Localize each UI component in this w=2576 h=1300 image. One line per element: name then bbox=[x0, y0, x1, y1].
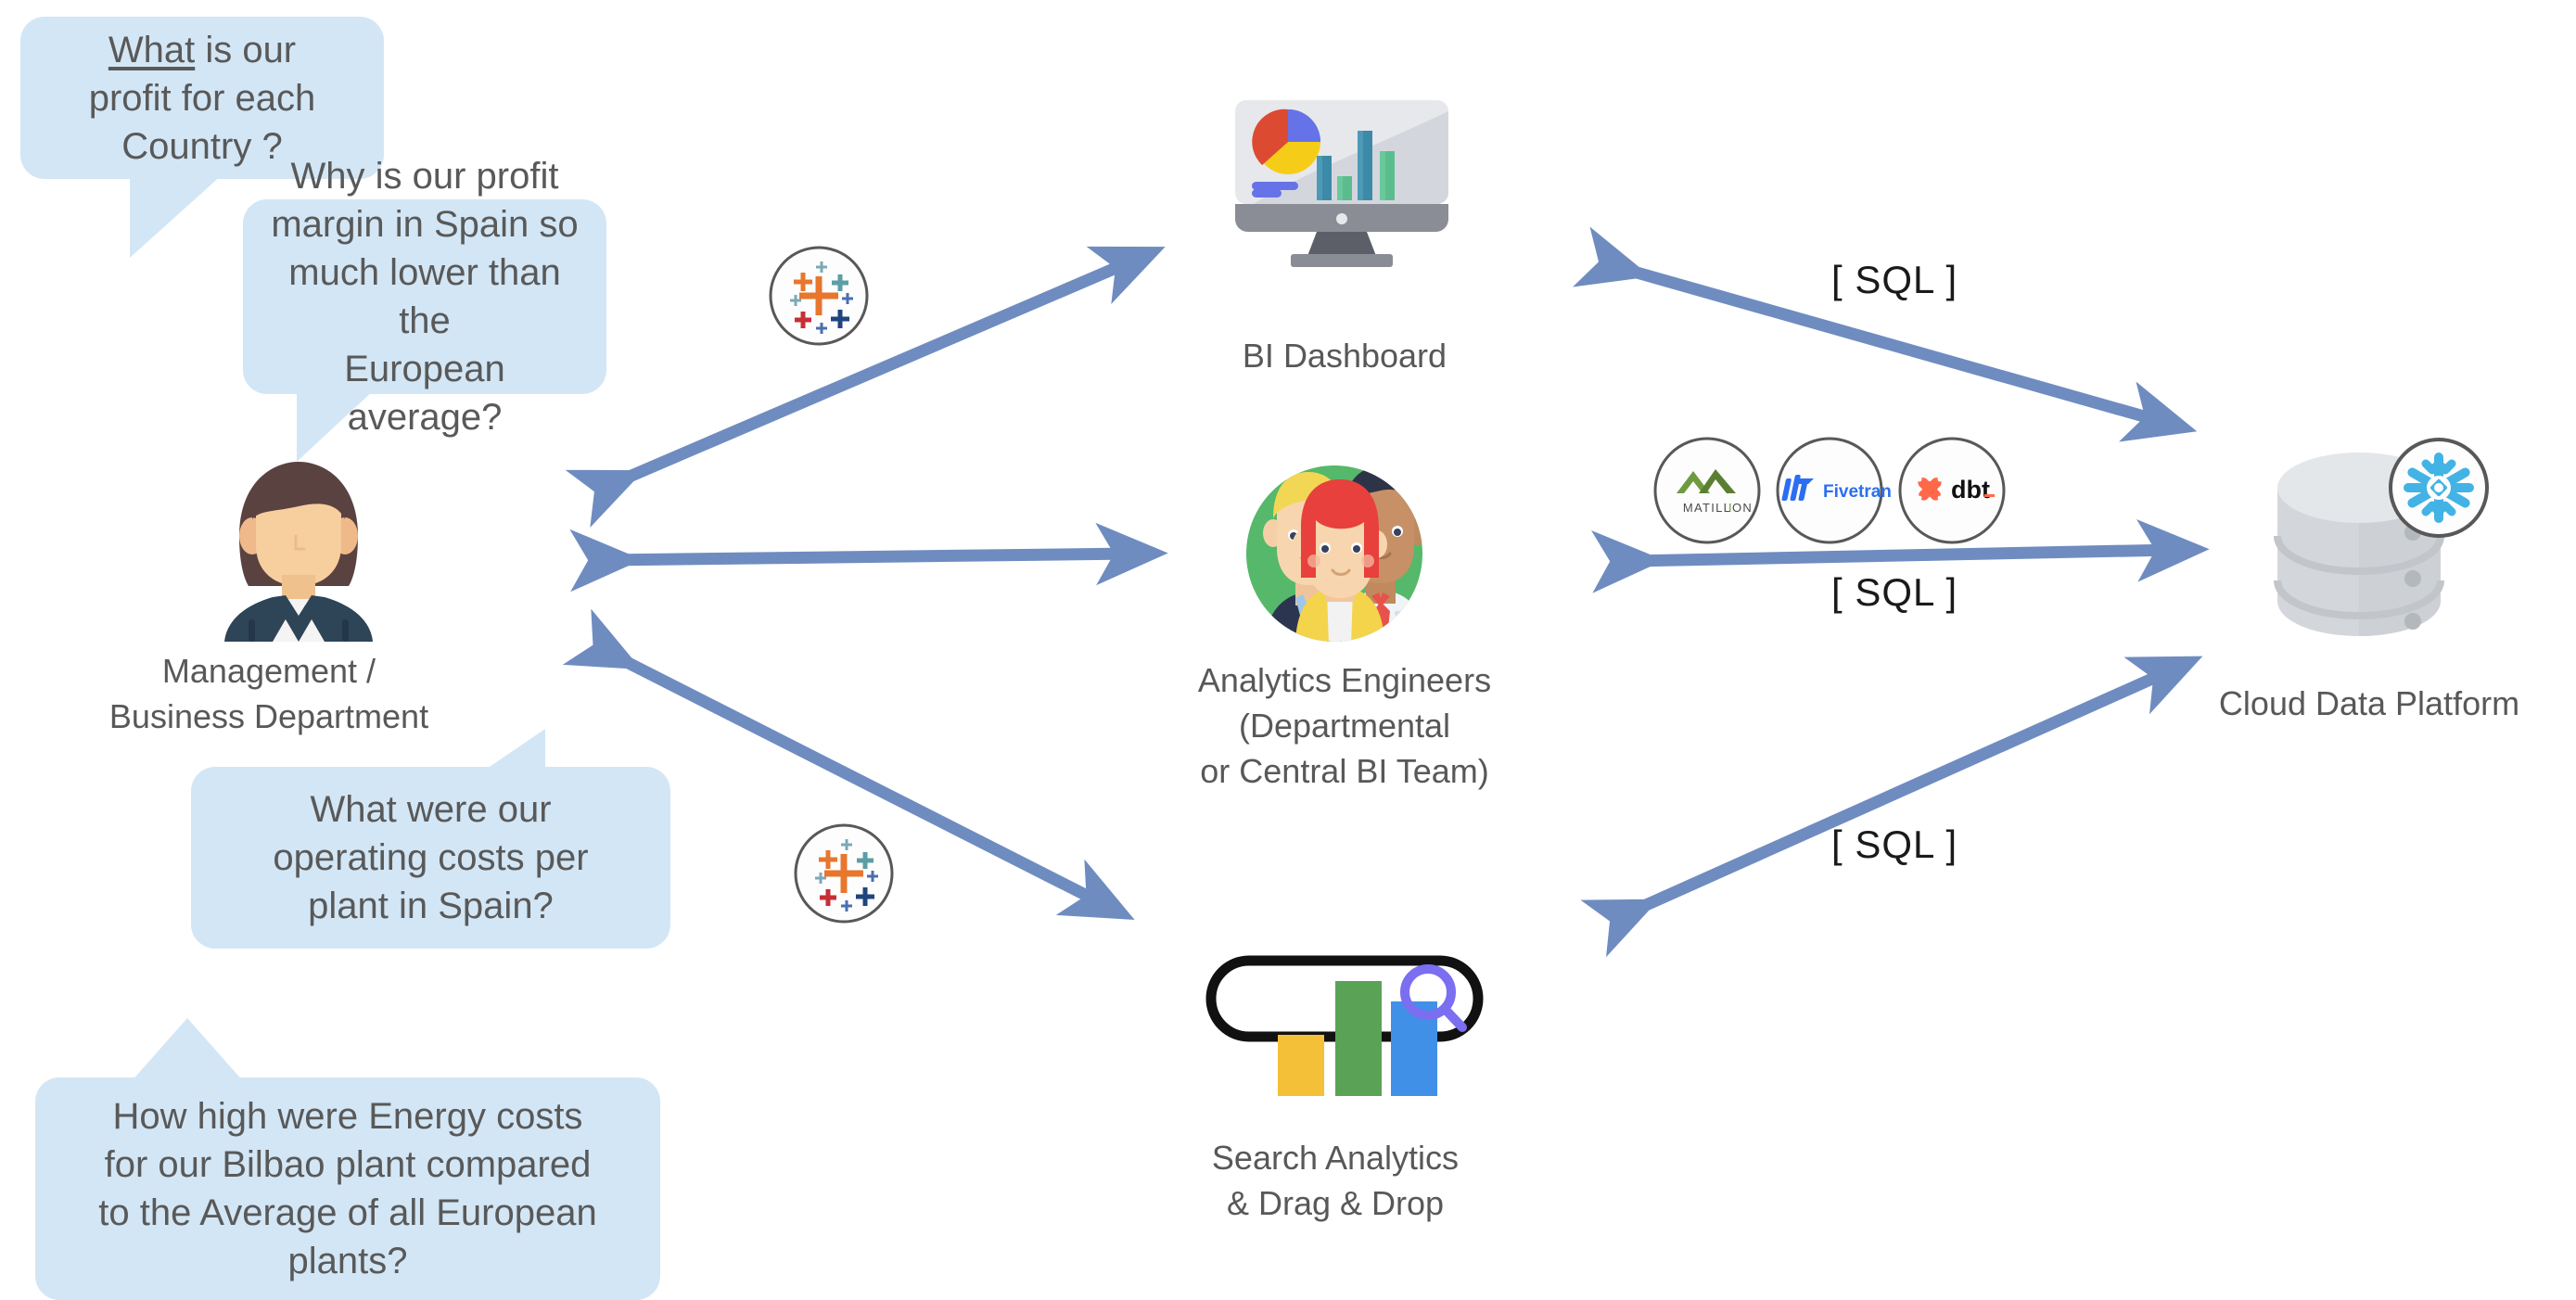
tableau-logo-icon[interactable] bbox=[793, 822, 895, 924]
cloud-data-platform-label: Cloud Data Platform bbox=[2218, 684, 2520, 722]
bubble-operating-costs-text: What were our operating costs per plant … bbox=[273, 789, 589, 926]
svg-text:dbt: dbt bbox=[1951, 476, 1990, 503]
svg-text:ON: ON bbox=[1732, 501, 1753, 515]
sql-label-top: [ SQL ] bbox=[1831, 258, 1958, 301]
team-people-icon bbox=[1242, 461, 1427, 646]
businesswoman-avatar-icon bbox=[215, 456, 382, 642]
search-analytics-label: Search Analytics & Drag & Drop bbox=[1211, 1139, 1460, 1222]
connector-management-bi-dashboard bbox=[565, 246, 1166, 528]
svg-text:MATILL: MATILL bbox=[1683, 501, 1731, 515]
diagram-canvas: What is our profit for each Country ? Wh… bbox=[0, 0, 2576, 1300]
bubble-energy-costs: How high were Energy costs for our Bilba… bbox=[35, 1077, 660, 1300]
dbt-logo-icon[interactable]: dbt bbox=[1897, 436, 2007, 545]
bubble-profit-per-country-text: What is our profit for each Country ? bbox=[88, 29, 316, 167]
snowflake-icon bbox=[2389, 438, 2489, 538]
bubble-underlined-word: What bbox=[108, 29, 196, 70]
bubble-energy-costs-tail bbox=[130, 1018, 245, 1083]
bi-dashboard-label: BI Dashboard bbox=[1242, 337, 1447, 375]
management-label: Management / Business Department bbox=[108, 652, 429, 735]
connector-management-analytics-engineers bbox=[569, 522, 1168, 593]
bubble-spain-margin-tail bbox=[297, 389, 375, 462]
bubble-profit-per-country-tail bbox=[130, 174, 223, 258]
matillion-logo-icon[interactable]: MATILL MATILL I ON bbox=[1652, 436, 1762, 545]
tableau-logo-icon[interactable] bbox=[768, 245, 870, 347]
connector-search-platform bbox=[1580, 656, 2203, 958]
sql-label-bottom: [ SQL ] bbox=[1831, 822, 1958, 866]
database-cylinder-icon bbox=[2263, 438, 2504, 656]
sql-label-middle: [ SQL ] bbox=[1831, 570, 1958, 614]
connector-analytics-platform bbox=[1591, 519, 2210, 593]
search-bar-bars-icon bbox=[1205, 955, 1484, 1099]
bubble-operating-costs: What were our operating costs per plant … bbox=[191, 767, 670, 949]
fivetran-logo-icon[interactable]: Fivetran bbox=[1775, 436, 1892, 545]
analytics-engineers-label: Analytics Engineers (Departmental or Cen… bbox=[1197, 661, 1492, 790]
bubble-spain-margin: Why is our profit margin in Spain so muc… bbox=[243, 156, 606, 438]
bubble-energy-costs-text: How high were Energy costs for our Bilba… bbox=[98, 1096, 597, 1281]
svg-text:Fivetran: Fivetran bbox=[1823, 482, 1892, 502]
desktop-monitor-chart-icon bbox=[1235, 100, 1448, 267]
